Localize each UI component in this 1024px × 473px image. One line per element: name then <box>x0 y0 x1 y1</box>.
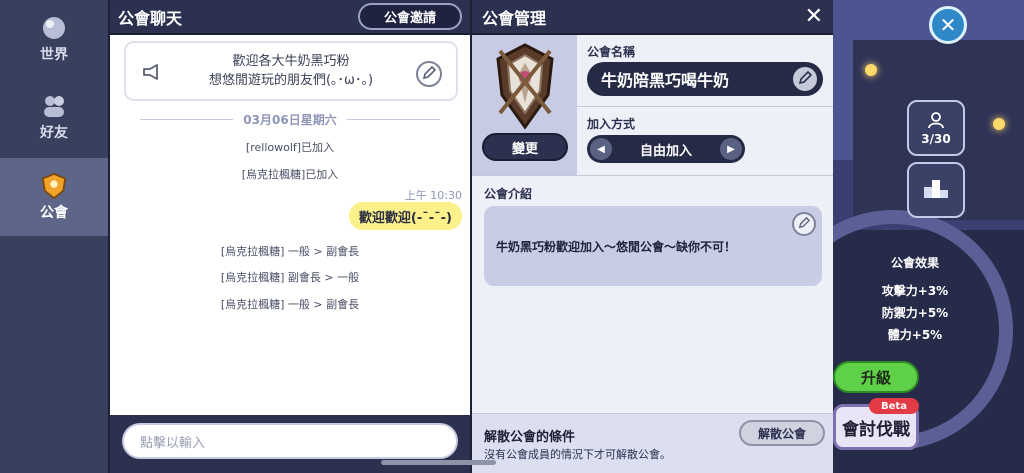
pencil-icon <box>422 65 437 84</box>
close-icon: ✕ <box>939 13 957 37</box>
guild-invite-button[interactable]: 公會邀請 <box>358 3 462 30</box>
megaphone-icon <box>142 63 162 85</box>
guild-management-panel: 公會管理 ✕ 變更 公會名稱 牛奶陪黑巧喝牛奶 加入方式 ◀ 自由加入 ▶ 公會… <box>470 0 833 473</box>
date-label: 03月06日星期六 <box>243 113 337 127</box>
guild-intro-text: 牛奶黑巧粉歡迎加入～悠閒公會～缺你不可！ <box>496 239 737 254</box>
rail-item-label: 公會 <box>40 205 68 221</box>
system-message: [烏克拉楓糖] 副會長 > 一般 <box>220 271 360 284</box>
disband-title: 解散公會的條件 <box>484 430 576 445</box>
pencil-icon <box>798 216 811 232</box>
disband-guild-button[interactable]: 解散公會 <box>739 420 825 446</box>
guild-chat-panel: 公會聊天 公會邀請 歡迎各大牛奶黑巧粉 想悠閒遊玩的朋友們(｡･ω･｡) 03月… <box>108 0 470 473</box>
guild-emblem-icon <box>490 41 560 131</box>
member-count: 3/30 <box>921 131 951 146</box>
guild-effects: 公會效果 攻擊力+3% 防禦力+5% 體力+5% <box>877 252 953 346</box>
rail-item-friends[interactable]: 好友 <box>0 78 108 156</box>
notice-text: 歡迎各大牛奶黑巧粉 想悠閒遊玩的朋友們(｡･ω･｡) <box>126 52 456 90</box>
ranking-button[interactable] <box>907 162 965 218</box>
edit-intro-button[interactable] <box>792 212 816 236</box>
guild-intro-label: 公會介紹 <box>484 187 533 201</box>
divider <box>472 175 833 176</box>
podium-icon <box>922 178 950 203</box>
home-indicator[interactable] <box>381 460 496 465</box>
chat-header: 公會聊天 公會邀請 <box>110 0 470 35</box>
join-method-label: 加入方式 <box>587 117 636 131</box>
globe-icon <box>40 14 68 42</box>
arrow-left-icon[interactable]: ◀ <box>590 138 612 160</box>
rail-item-label: 好友 <box>40 125 68 141</box>
edit-name-button[interactable] <box>793 67 817 91</box>
system-message: [烏克拉楓糖] 一般 > 副會長 <box>220 298 360 311</box>
notice-line-1: 歡迎各大牛奶黑巧粉 <box>232 54 350 69</box>
rail-item-label: 世界 <box>40 47 68 63</box>
change-emblem-button[interactable]: 變更 <box>482 133 568 161</box>
edit-notice-button[interactable] <box>416 61 442 87</box>
close-button[interactable]: ✕ <box>929 6 967 44</box>
guild-name-field[interactable]: 牛奶陪黑巧喝牛奶 <box>587 62 823 96</box>
system-message: [rellowolf]已加入 <box>245 141 335 154</box>
mgmt-title: 公會管理 <box>482 8 547 28</box>
light-orb-icon <box>865 64 877 76</box>
system-message: [烏克拉楓糖] 一般 > 副會長 <box>220 245 360 258</box>
emblem-section: 變更 <box>472 35 577 175</box>
notice-line-2: 想悠閒遊玩的朋友們(｡･ω･｡) <box>208 73 374 88</box>
person-icon <box>927 111 945 132</box>
message-time: 上午 10:30 <box>404 189 462 202</box>
effect-item: 攻擊力+3% <box>881 284 949 298</box>
left-rail: 世界 好友 公會 <box>0 0 108 473</box>
guild-name-label: 公會名稱 <box>587 45 636 59</box>
guild-intro-box[interactable]: 牛奶黑巧粉歡迎加入～悠閒公會～缺你不可！ <box>484 206 822 286</box>
divider <box>577 106 833 107</box>
effects-title: 公會效果 <box>890 256 939 270</box>
join-method-selector[interactable]: ◀ 自由加入 ▶ <box>587 135 745 163</box>
guild-notice: 歡迎各大牛奶黑巧粉 想悠閒遊玩的朋友們(｡･ω･｡) <box>124 41 458 101</box>
join-method-value: 自由加入 <box>639 143 692 159</box>
system-message: [烏克拉楓糖]已加入 <box>241 168 339 181</box>
guild-name-value: 牛奶陪黑巧喝牛奶 <box>601 71 730 90</box>
upgrade-button[interactable]: 升級 <box>833 361 919 393</box>
mgmt-header: 公會管理 ✕ <box>472 0 833 35</box>
chat-input[interactable]: 點擊以輸入 <box>122 423 458 459</box>
member-count-button[interactable]: 3/30 <box>907 100 965 156</box>
light-orb-icon <box>993 118 1005 130</box>
effect-item: 防禦力+5% <box>881 306 949 320</box>
guild-shield-icon <box>40 172 68 200</box>
disband-section: 解散公會的條件 沒有公會成員的情況下才可解散公會。 解散公會 <box>472 413 833 473</box>
rail-item-world[interactable]: 世界 <box>0 0 108 78</box>
disband-description: 沒有公會成員的情況下才可解散公會。 <box>484 448 671 461</box>
friends-icon <box>40 92 68 120</box>
rail-item-guild[interactable]: 公會 <box>0 158 108 236</box>
close-icon[interactable]: ✕ <box>805 5 823 28</box>
chat-title: 公會聊天 <box>118 8 183 28</box>
chat-messages[interactable]: 歡迎各大牛奶黑巧粉 想悠閒遊玩的朋友們(｡･ω･｡) 03月06日星期六 [re… <box>110 35 470 415</box>
arrow-right-icon[interactable]: ▶ <box>720 138 742 160</box>
date-separator: 03月06日星期六 <box>140 111 440 128</box>
beta-badge: Beta <box>869 398 919 414</box>
pencil-icon <box>798 70 813 89</box>
game-background: ✕ 3/30 公會效果 攻擊力+3% 防禦力+5% 體力+5% 升級 會討伐戰 … <box>833 0 1024 473</box>
chat-bubble: 歡迎歡迎(-ˉ-ˉ-) <box>348 202 462 230</box>
effect-item: 體力+5% <box>887 328 943 342</box>
